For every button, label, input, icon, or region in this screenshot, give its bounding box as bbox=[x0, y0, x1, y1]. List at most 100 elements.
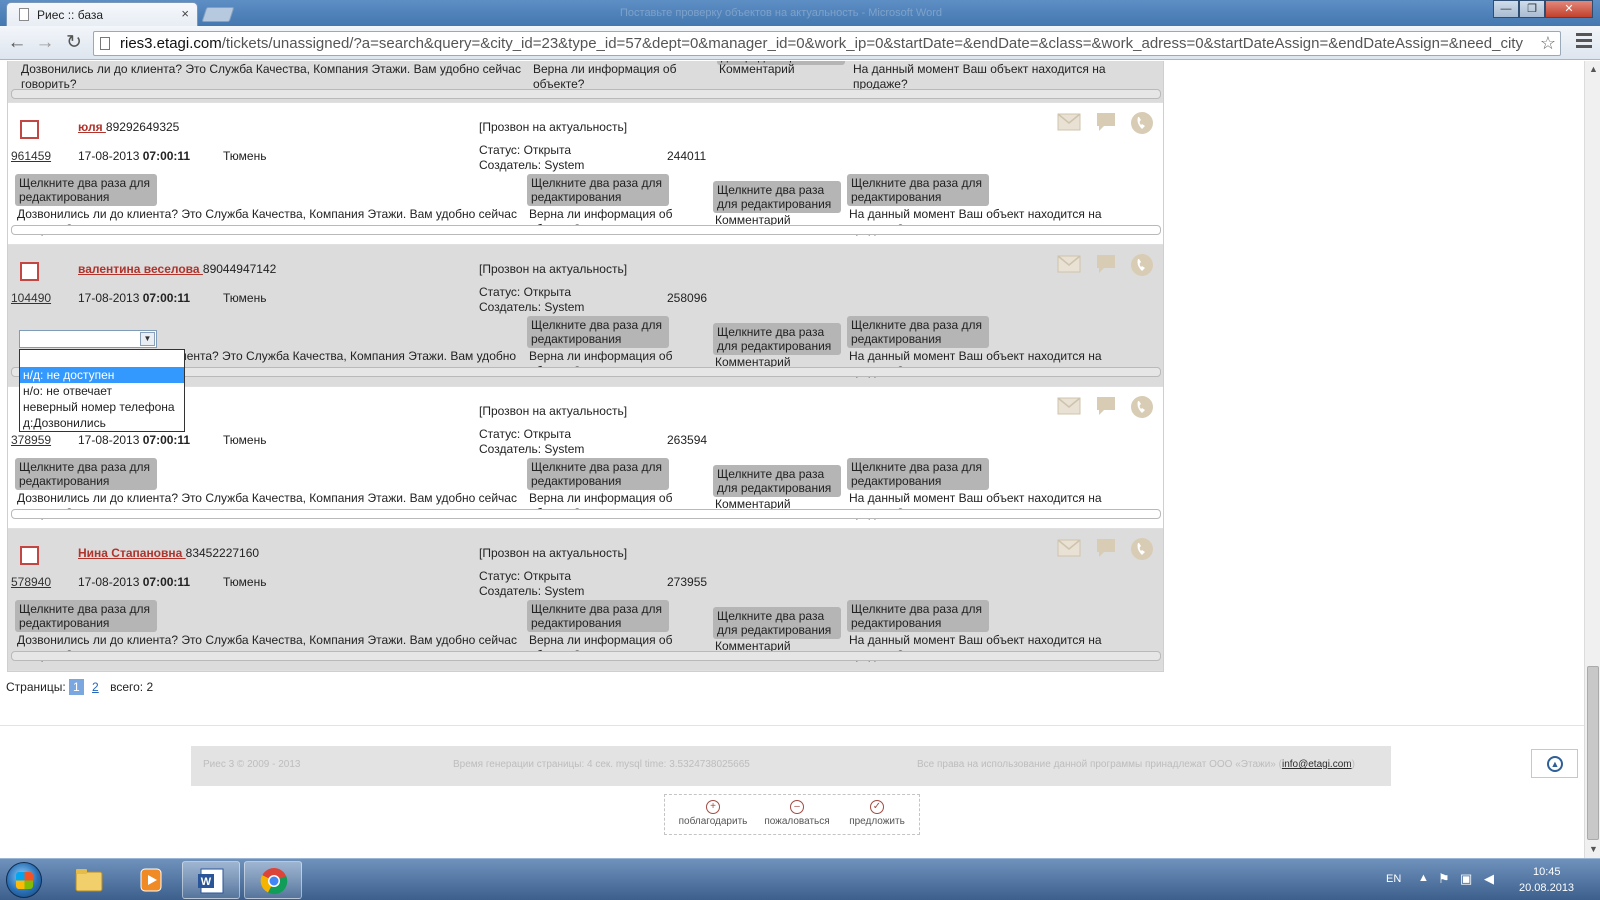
show-hidden-icons-icon[interactable]: ▲ bbox=[1418, 872, 1429, 884]
close-window-button[interactable]: ✕ bbox=[1545, 0, 1593, 18]
browser-toolbar: ← → ↻ ries3.etagi.com/tickets/unassigned… bbox=[0, 26, 1600, 60]
page-icon bbox=[19, 8, 29, 21]
action-center-flag-icon[interactable]: ⚑ bbox=[1438, 871, 1450, 887]
page-scrollbar[interactable]: ▲ ▼ bbox=[1584, 61, 1600, 858]
comment-icon[interactable] bbox=[1095, 253, 1117, 278]
phone-icon[interactable] bbox=[1130, 111, 1154, 138]
ticket-date: 17-08-2013 07:00:11 bbox=[78, 149, 191, 163]
edit-field-button[interactable]: Щелкните два раза для редактирования bbox=[847, 316, 989, 348]
ticket-type: [Прозвон на актуальность] bbox=[479, 262, 628, 276]
mail-icon[interactable] bbox=[1057, 255, 1081, 276]
scroll-top-button[interactable]: ▲ bbox=[1531, 749, 1578, 778]
ticket-time: 07:00:11 bbox=[142, 149, 191, 163]
forward-button[interactable]: → bbox=[34, 32, 56, 54]
phone-icon[interactable] bbox=[1130, 537, 1154, 564]
comment-icon[interactable] bbox=[1095, 537, 1117, 562]
client-name-link[interactable]: Нина Стапановна bbox=[78, 546, 186, 560]
client-name-link[interactable]: юля bbox=[78, 120, 106, 134]
select-option[interactable]: н/д: не доступен bbox=[20, 367, 184, 383]
edit-field-button[interactable]: Щелкните два раза для редактирования bbox=[527, 458, 669, 490]
thank-button[interactable]: + поблагодарить bbox=[673, 800, 753, 827]
maximize-button[interactable]: ❐ bbox=[1519, 0, 1545, 18]
language-indicator[interactable]: EN bbox=[1386, 873, 1401, 885]
windows-taskbar: W EN ▲ ⚑ ▣ ◀ 10:45 20.08.2013 bbox=[0, 858, 1600, 900]
ticket-id-link[interactable]: 378959 bbox=[11, 433, 51, 447]
volume-muted-icon[interactable]: ◀ bbox=[1484, 871, 1494, 887]
phone-icon[interactable] bbox=[1130, 395, 1154, 422]
browser-tab[interactable]: Риес :: база × bbox=[6, 2, 198, 26]
address-bar[interactable]: ries3.etagi.com/tickets/unassigned/?a=se… bbox=[93, 31, 1561, 56]
edit-field-button[interactable]: Щелкните два раза для редактирования bbox=[527, 600, 669, 632]
edit-field-button[interactable]: Щелкните два раза для редактирования bbox=[847, 600, 989, 632]
page-link-2[interactable]: 2 bbox=[92, 680, 99, 694]
complain-button[interactable]: – пожаловаться bbox=[757, 800, 837, 827]
ticket-type: [Прозвон на актуальность] bbox=[479, 120, 628, 134]
ticket-id-link[interactable]: 578940 bbox=[11, 575, 51, 589]
minimize-button[interactable]: — bbox=[1493, 0, 1519, 18]
client-name-link[interactable]: валентина веселова bbox=[78, 262, 203, 276]
edit-field-button[interactable]: Щелкните два раза для редактирования bbox=[713, 323, 841, 355]
edit-field-button[interactable]: Щелкните два раза для редактирования bbox=[847, 458, 989, 490]
footer-gen-time: Время генерации страницы: 4 сек. mysql t… bbox=[453, 759, 750, 770]
select-option[interactable]: н/о: не отвечает bbox=[20, 383, 184, 399]
media-player-taskbar-button[interactable] bbox=[122, 861, 180, 899]
clock-date[interactable]: 20.08.2013 bbox=[1519, 882, 1574, 894]
edit-field-button[interactable]: Щелкните два раза для редактирования bbox=[15, 600, 157, 632]
chevron-down-icon[interactable]: ▼ bbox=[140, 332, 155, 346]
edit-field-button[interactable]: Щелкните два раза для редактирования bbox=[527, 174, 669, 206]
start-button[interactable] bbox=[6, 862, 42, 898]
url-host: ries3.etagi.com bbox=[120, 35, 222, 52]
feedback-panel: + поблагодарить – пожаловаться ✓ предложить bbox=[664, 794, 920, 835]
chrome-taskbar-button[interactable] bbox=[244, 861, 302, 899]
explorer-taskbar-button[interactable] bbox=[60, 861, 118, 899]
ticket-status: Статус: Открыта bbox=[479, 427, 572, 441]
menu-icon[interactable] bbox=[1576, 33, 1592, 51]
phone-icon[interactable] bbox=[1130, 253, 1154, 280]
clock-time[interactable]: 10:45 bbox=[1533, 866, 1561, 878]
footer-rights: Все права на использование данной програ… bbox=[917, 759, 1282, 770]
ticket-divider bbox=[11, 651, 1161, 661]
edit-field-button[interactable]: Щелкните два раза для редактирования bbox=[713, 607, 841, 639]
footer-email-link[interactable]: info@etagi.com bbox=[1282, 759, 1352, 770]
comment-icon[interactable] bbox=[1095, 395, 1117, 420]
edit-field-button[interactable]: Щелкните два раза для редактирования bbox=[847, 174, 989, 206]
mail-icon[interactable] bbox=[1057, 397, 1081, 418]
scroll-up-icon[interactable]: ▲ bbox=[1589, 64, 1598, 74]
network-icon[interactable]: ▣ bbox=[1460, 871, 1472, 887]
ticket-status: Статус: Открыта bbox=[479, 143, 572, 157]
reload-button[interactable]: ↻ bbox=[63, 32, 85, 54]
select-option[interactable]: д:Дозвонились bbox=[20, 415, 184, 431]
ticket-type: [Прозвон на актуальность] bbox=[479, 546, 628, 560]
minus-circle-icon: – bbox=[790, 800, 804, 814]
scrollbar-thumb[interactable] bbox=[1587, 666, 1599, 840]
ticket-id-link[interactable]: 104490 bbox=[11, 291, 51, 305]
ticket-id-link[interactable]: 961459 bbox=[11, 149, 51, 163]
chrome-icon bbox=[260, 868, 288, 895]
suggest-button[interactable]: ✓ предложить bbox=[841, 800, 913, 827]
call-result-select[interactable]: ▼ bbox=[19, 330, 157, 348]
edit-field-button[interactable]: Щелкните два раза для редактирования bbox=[15, 174, 157, 206]
word-taskbar-button[interactable]: W bbox=[182, 861, 240, 899]
edit-field-button[interactable]: Щелкните два раза для редактирования bbox=[527, 316, 669, 348]
check-circle-icon: ✓ bbox=[870, 800, 884, 814]
url-text[interactable]: ries3.etagi.com/tickets/unassigned/?a=se… bbox=[120, 35, 1530, 52]
ticket-checkbox[interactable] bbox=[20, 546, 39, 565]
back-button[interactable]: ← bbox=[6, 32, 28, 54]
ticket-date: 17-08-2013 07:00:11 bbox=[78, 433, 191, 447]
bookmark-star-icon[interactable]: ☆ bbox=[1540, 33, 1556, 54]
suggest-label: предложить bbox=[849, 816, 905, 827]
ticket-checkbox[interactable] bbox=[20, 120, 39, 139]
new-tab-button[interactable] bbox=[201, 7, 235, 22]
ticket-checkbox[interactable] bbox=[20, 262, 39, 281]
edit-field-button[interactable]: Щелкните два раза для редактирования bbox=[713, 465, 841, 497]
select-option-empty[interactable] bbox=[20, 350, 184, 367]
mail-icon[interactable] bbox=[1057, 113, 1081, 134]
tab-close-icon[interactable]: × bbox=[181, 6, 189, 21]
object-number: 273955 bbox=[667, 575, 708, 589]
comment-icon[interactable] bbox=[1095, 111, 1117, 136]
select-option[interactable]: неверный номер телефона bbox=[20, 399, 184, 415]
scroll-down-icon[interactable]: ▼ bbox=[1589, 844, 1598, 854]
edit-field-button[interactable]: Щелкните два раза для редактирования bbox=[713, 181, 841, 213]
mail-icon[interactable] bbox=[1057, 539, 1081, 560]
edit-field-button[interactable]: Щелкните два раза для редактирования bbox=[15, 458, 157, 490]
